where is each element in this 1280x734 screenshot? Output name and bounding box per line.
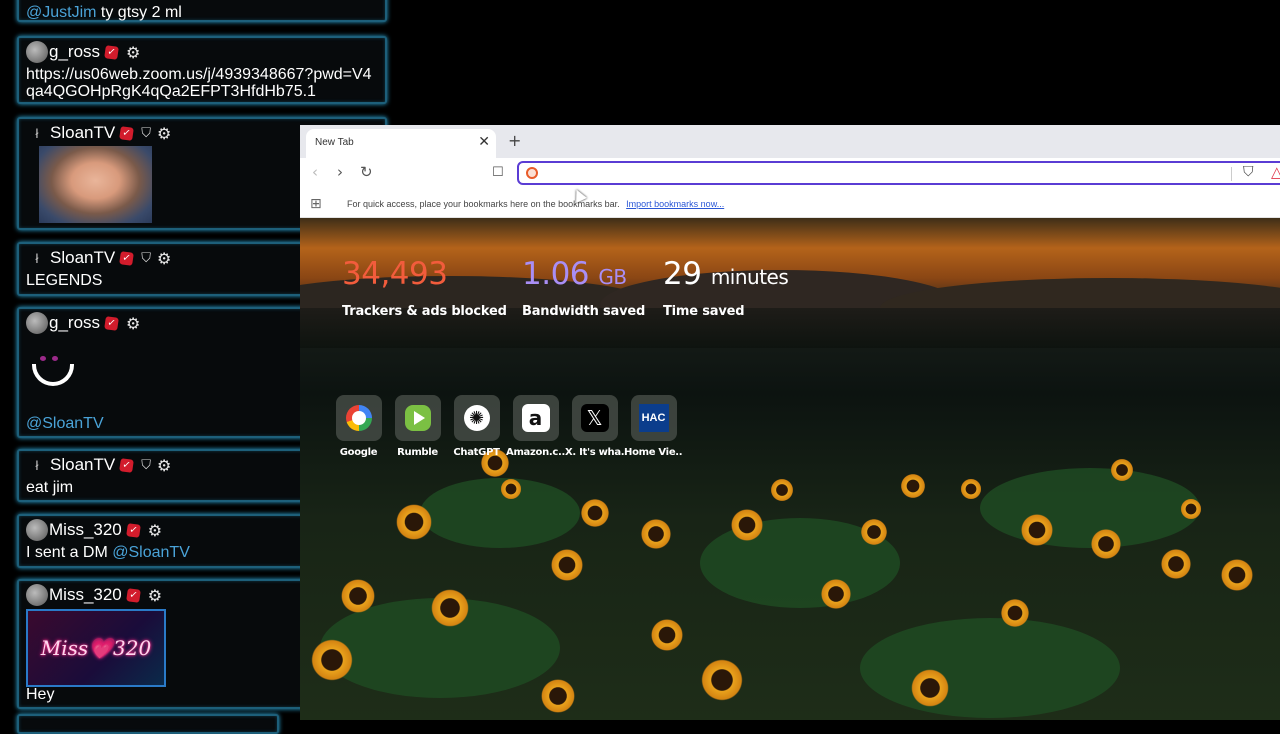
emote-image: Miss💗320 [26, 609, 166, 687]
shield-icon: ⛉ [141, 250, 151, 266]
verified-badge-icon: ✓ [119, 457, 135, 473]
url-input[interactable] [543, 165, 1223, 181]
username[interactable]: Miss_320 [49, 585, 122, 605]
import-bookmarks-link[interactable]: Import bookmarks now... [626, 199, 724, 209]
stat-trackers: 34,493 Trackers & ads blocked [342, 256, 507, 319]
verified-badge-icon: ✓ [104, 44, 119, 60]
username[interactable]: SloanTV [50, 248, 115, 268]
back-icon[interactable]: ‹ [312, 163, 318, 181]
avatar[interactable] [26, 312, 48, 334]
stat-value: 29 minutes [663, 256, 789, 292]
new-tab-plus-icon[interactable]: + [508, 131, 521, 150]
stat-label: Bandwidth saved [522, 304, 646, 319]
sword-icon: ł [35, 457, 39, 473]
tile-label: Home Vie... [624, 447, 683, 458]
stat-value: 34,493 [342, 256, 448, 292]
verified-badge-icon: ✓ [125, 522, 141, 538]
message-text[interactable]: https://us06web.zoom.us/j/4939348667?pwd… [26, 66, 378, 100]
reload-icon[interactable]: ↻ [360, 163, 373, 181]
username[interactable]: SloanTV [50, 455, 115, 475]
browser-window: New Tab ✕ + ‹ › ↻ ☐ ⛉ △ ⊞ For quick acce… [300, 125, 1280, 720]
gear-icon[interactable]: ⚙ [126, 314, 140, 333]
brave-logo-icon [526, 167, 538, 179]
google-icon [335, 395, 382, 441]
stat-time: 29 minutes Time saved [663, 256, 789, 319]
sword-icon: ł [35, 125, 39, 141]
tile-label: Amazon.c... [506, 447, 565, 458]
message-text: I sent a DM [26, 544, 113, 561]
grin-emote-image [32, 354, 76, 390]
message-text: ty gtsy 2 ml [96, 4, 182, 21]
hac-icon: HAC [630, 395, 677, 441]
tile-amazon[interactable]: a Amazon.c... [506, 395, 565, 458]
new-tab-page: 34,493 Trackers & ads blocked 1.06 GB Ba… [300, 218, 1280, 720]
emote-image [39, 146, 152, 223]
username[interactable]: Miss_320 [49, 520, 122, 540]
mention[interactable]: @SloanTV [26, 415, 104, 432]
stat-bandwidth: 1.06 GB Bandwidth saved [522, 256, 645, 319]
tile-label: Google [339, 447, 378, 458]
avatar[interactable] [26, 584, 48, 606]
tab-title: New Tab [315, 137, 354, 148]
verified-badge-icon: ✓ [119, 125, 135, 141]
verified-badge-icon: ✓ [125, 587, 141, 603]
gear-icon[interactable]: ⚙ [148, 521, 162, 540]
username[interactable]: g_ross [49, 313, 100, 333]
verified-badge-icon: ✓ [119, 250, 135, 266]
brave-rewards-icon[interactable]: △ [1271, 163, 1280, 181]
x-icon: 𝕏 [571, 395, 618, 441]
stat-value: 1.06 GB [522, 256, 627, 292]
tile-label: X. It's wha... [565, 447, 624, 458]
address-bar[interactable]: ⛉ △ [517, 161, 1280, 185]
chat-message [17, 714, 279, 734]
username[interactable]: SloanTV [50, 123, 115, 143]
sword-icon: ł [35, 250, 39, 266]
close-icon[interactable]: ✕ [478, 134, 490, 150]
tile-google[interactable]: Google [329, 395, 388, 458]
forward-icon[interactable]: › [337, 163, 343, 181]
tile-home-view[interactable]: HAC Home Vie... [624, 395, 683, 458]
apps-grid-icon[interactable]: ⊞ [310, 196, 322, 212]
chat-message: g_ross ✓ ⚙ https://us06web.zoom.us/j/493… [17, 36, 387, 104]
gear-icon[interactable]: ⚙ [157, 249, 171, 268]
brave-shields-icon[interactable]: ⛉ [1243, 164, 1254, 180]
mention[interactable]: @SloanTV [112, 544, 190, 561]
tile-chatgpt[interactable]: ✺ ChatGPT [447, 395, 506, 458]
verified-badge-icon: ✓ [104, 315, 119, 331]
tab-strip: New Tab ✕ + [300, 125, 1280, 158]
username[interactable]: g_ross [49, 42, 100, 62]
gear-icon[interactable]: ⚙ [157, 124, 171, 143]
tile-x[interactable]: 𝕏 X. It's wha... [565, 395, 624, 458]
shield-icon: ⛉ [141, 457, 151, 473]
emote-text: Miss💗320 [40, 636, 152, 660]
avatar[interactable] [26, 41, 48, 63]
chat-message: @JustJim ty gtsy 2 ml [17, 0, 387, 22]
avatar[interactable] [26, 519, 48, 541]
bookmark-icon[interactable]: ☐ [492, 165, 504, 180]
gear-icon[interactable]: ⚙ [126, 43, 140, 62]
amazon-icon: a [512, 395, 559, 441]
gear-icon[interactable]: ⚙ [148, 586, 162, 605]
stat-label: Trackers & ads blocked [342, 304, 507, 319]
rumble-icon [394, 395, 441, 441]
message-text: Hey [26, 686, 55, 703]
tile-label: ChatGPT [453, 447, 500, 458]
shield-icon: ⛉ [141, 125, 151, 141]
mention[interactable]: @JustJim [26, 4, 96, 21]
bookmarks-bar: ⊞ For quick access, place your bookmarks… [300, 190, 1280, 218]
tile-label: Rumble [397, 447, 438, 458]
tile-rumble[interactable]: Rumble [388, 395, 447, 458]
toolbar: ‹ › ↻ ☐ ⛉ △ [300, 158, 1280, 190]
divider [1231, 167, 1232, 181]
chatgpt-icon: ✺ [453, 395, 500, 441]
tab-new-tab[interactable]: New Tab ✕ [306, 129, 496, 158]
stat-label: Time saved [663, 304, 745, 319]
gear-icon[interactable]: ⚙ [157, 456, 171, 475]
